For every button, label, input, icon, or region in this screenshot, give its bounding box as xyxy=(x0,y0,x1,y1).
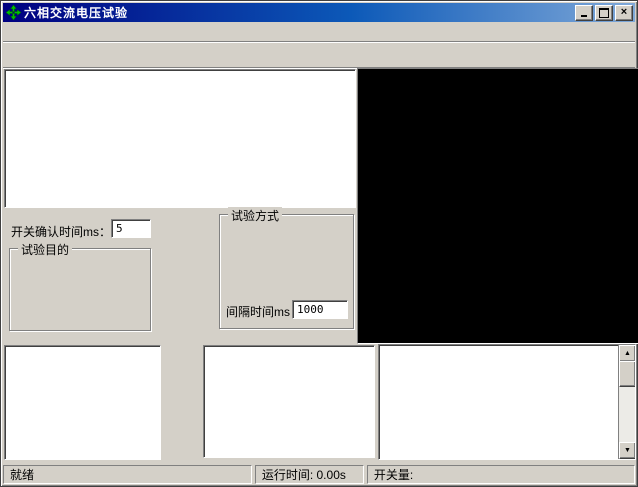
switch-state-label: 开关量: xyxy=(374,466,413,483)
app-icon xyxy=(6,5,21,20)
title-bar: 六相交流电压试验 × xyxy=(3,3,635,22)
mode-groupbox: 试验方式 间隔时间ms 1000 xyxy=(219,214,354,329)
sequence-table xyxy=(4,345,161,460)
confirm-time-input[interactable]: 5 xyxy=(111,219,151,238)
vector-chart xyxy=(357,68,638,344)
status-runtime: 运行时间: 0.00s xyxy=(255,465,364,484)
purpose-group-title: 试验目的 xyxy=(18,241,72,258)
minimize-icon xyxy=(581,15,587,17)
toolbar xyxy=(3,42,635,68)
parameter-table xyxy=(4,69,356,208)
scroll-up-button[interactable]: ▲ xyxy=(619,345,636,362)
result-table-scrollbar[interactable]: ▲ ▼ xyxy=(618,345,635,459)
result-table: ▲ ▼ xyxy=(378,344,636,460)
scroll-thumb[interactable] xyxy=(619,361,636,387)
app-window: 六相交流电压试验 × 开关确认时间ms： 5 试验目的 试验方式 间隔时间m xyxy=(0,0,638,487)
confirm-time-label: 开关确认时间ms： xyxy=(11,223,111,240)
menu-bar xyxy=(3,22,635,42)
mode-group-title: 试验方式 xyxy=(228,207,282,224)
maximize-button[interactable] xyxy=(595,5,613,21)
switch-input-table xyxy=(203,345,375,458)
minimize-button[interactable] xyxy=(575,5,593,21)
scroll-down-button[interactable]: ▼ xyxy=(619,442,636,459)
status-switches: 开关量: xyxy=(367,465,635,484)
window-title: 六相交流电压试验 xyxy=(24,4,575,21)
purpose-groupbox: 试验目的 xyxy=(9,248,151,331)
interval-label: 间隔时间ms xyxy=(226,303,290,320)
close-icon: × xyxy=(621,7,627,18)
interval-input[interactable]: 1000 xyxy=(292,300,348,319)
status-bar: 就绪 运行时间: 0.00s 开关量: xyxy=(3,462,635,484)
close-button[interactable]: × xyxy=(615,5,633,21)
status-ready: 就绪 xyxy=(3,465,252,484)
maximize-icon xyxy=(599,8,609,18)
